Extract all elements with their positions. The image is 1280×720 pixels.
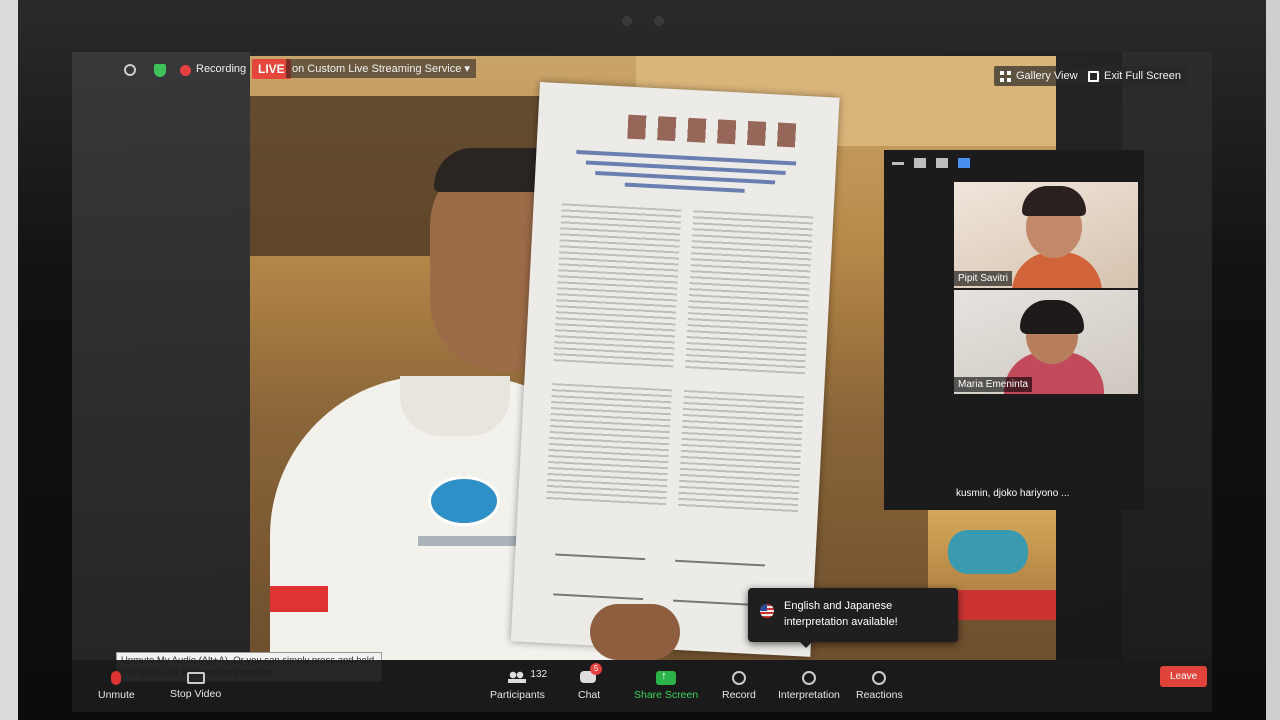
streaming-label: on Custom Live Streaming Service (292, 63, 462, 75)
interpretation-button[interactable]: Interpretation (778, 660, 840, 712)
popup-arrow (800, 642, 812, 648)
participants-count: 132 (530, 669, 548, 680)
chevron-down-icon: ▾ (464, 63, 470, 75)
participants-icon (508, 671, 527, 683)
zoom-window: Recording LIVE on Custom Live Streaming … (72, 52, 1212, 712)
encryption-shield-icon[interactable] (154, 64, 166, 77)
stop-video-label: Stop Video (170, 688, 222, 700)
bezel-edge-left (0, 0, 18, 720)
participant-figure (948, 530, 1028, 574)
document-text-column (685, 210, 814, 377)
participants-label: Participants (490, 689, 545, 701)
chat-label: Chat (578, 689, 601, 701)
more-participants-label[interactable]: kusmin, djoko hariyono ... (956, 488, 1069, 499)
participant-name-tag: Pipit Savitri (954, 271, 1013, 286)
document-text-column (545, 383, 673, 510)
gallery-view-button[interactable]: Gallery View (994, 66, 1084, 86)
live-streaming-dropdown[interactable]: on Custom Live Streaming Service ▾ (286, 59, 476, 78)
document-text-column (553, 203, 682, 370)
shirt-logo-text (418, 536, 518, 546)
participants-icon-wrap: 132 (508, 669, 547, 685)
interpretation-popup-line2: interpretation available! (784, 616, 898, 628)
reactions-label: Reactions (856, 689, 903, 701)
participants-button[interactable]: 132 Participants (490, 660, 547, 712)
held-document (510, 82, 840, 657)
share-screen-icon (656, 670, 677, 685)
meeting-info-icon[interactable] (124, 64, 136, 76)
leave-button[interactable]: Leave (1160, 666, 1208, 687)
participant-hair (1022, 186, 1086, 216)
record-label: Record (722, 689, 756, 701)
recording-dot-icon (180, 65, 191, 76)
document-text-column (677, 389, 804, 517)
camera-lens-icon (654, 16, 664, 26)
interpretation-available-popup[interactable]: English and Japanese interpretation avai… (748, 588, 958, 648)
sleeve-flag (270, 586, 328, 612)
background-left (72, 52, 250, 662)
document-title-line (624, 182, 745, 193)
unmute-button[interactable]: Unmute (98, 660, 135, 712)
meeting-toolbar: Unmute Stop Video 132 Participants 5 Cha… (72, 660, 1212, 712)
chat-button[interactable]: 5 Chat (578, 660, 603, 712)
us-flag-icon (760, 604, 774, 618)
document-logos (627, 114, 799, 148)
grid-icon (1000, 70, 1011, 82)
recording-label[interactable]: Recording (196, 63, 246, 75)
strip-view-icon[interactable] (936, 158, 948, 168)
video-camera-icon (186, 672, 205, 684)
chat-unread-badge: 5 (590, 663, 603, 675)
smiley-plus-icon (872, 671, 887, 685)
speaker-hand (590, 604, 680, 660)
camera-light-icon (622, 16, 632, 26)
exit-fullscreen-label: Exit Full Screen (1104, 70, 1182, 82)
signature-line (675, 559, 766, 567)
microphone-muted-icon (111, 671, 122, 685)
participant-tile[interactable]: Maria Emeninta (954, 290, 1138, 394)
single-thumbnail-icon[interactable] (914, 158, 926, 168)
globe-icon (801, 671, 816, 685)
share-screen-label: Share Screen (634, 689, 699, 701)
exit-fullscreen-icon (1088, 70, 1099, 82)
signature-line (555, 553, 646, 561)
shirt-logo (428, 476, 500, 526)
meeting-top-bar: Recording LIVE on Custom Live Streaming … (72, 52, 1212, 88)
participant-name-tag: Maria Emeninta (954, 377, 1033, 392)
reactions-button[interactable]: Reactions (856, 660, 903, 712)
grid-view-icon[interactable] (958, 158, 970, 168)
hide-video-icon[interactable] (892, 162, 904, 165)
bezel-edge-right (1266, 0, 1280, 720)
interpretation-label: Interpretation (778, 689, 840, 701)
gallery-view-label: Gallery View (1016, 70, 1078, 82)
share-screen-button[interactable]: Share Screen (634, 660, 698, 712)
chat-icon-wrap: 5 (580, 663, 603, 685)
record-icon (731, 671, 746, 685)
interpretation-popup-line1: English and Japanese (784, 600, 893, 612)
exit-fullscreen-button[interactable]: Exit Full Screen (1082, 66, 1188, 86)
unmute-label: Unmute (98, 689, 135, 701)
participant-hair (1020, 300, 1084, 334)
signature-line (553, 593, 644, 601)
thumbnail-view-options (892, 158, 970, 168)
stop-video-button[interactable]: Stop Video (170, 660, 221, 712)
participant-tile[interactable]: Pipit Savitri (954, 182, 1138, 288)
record-button[interactable]: Record (722, 660, 756, 712)
speaker-collar (400, 376, 510, 436)
live-badge[interactable]: LIVE (252, 59, 291, 79)
